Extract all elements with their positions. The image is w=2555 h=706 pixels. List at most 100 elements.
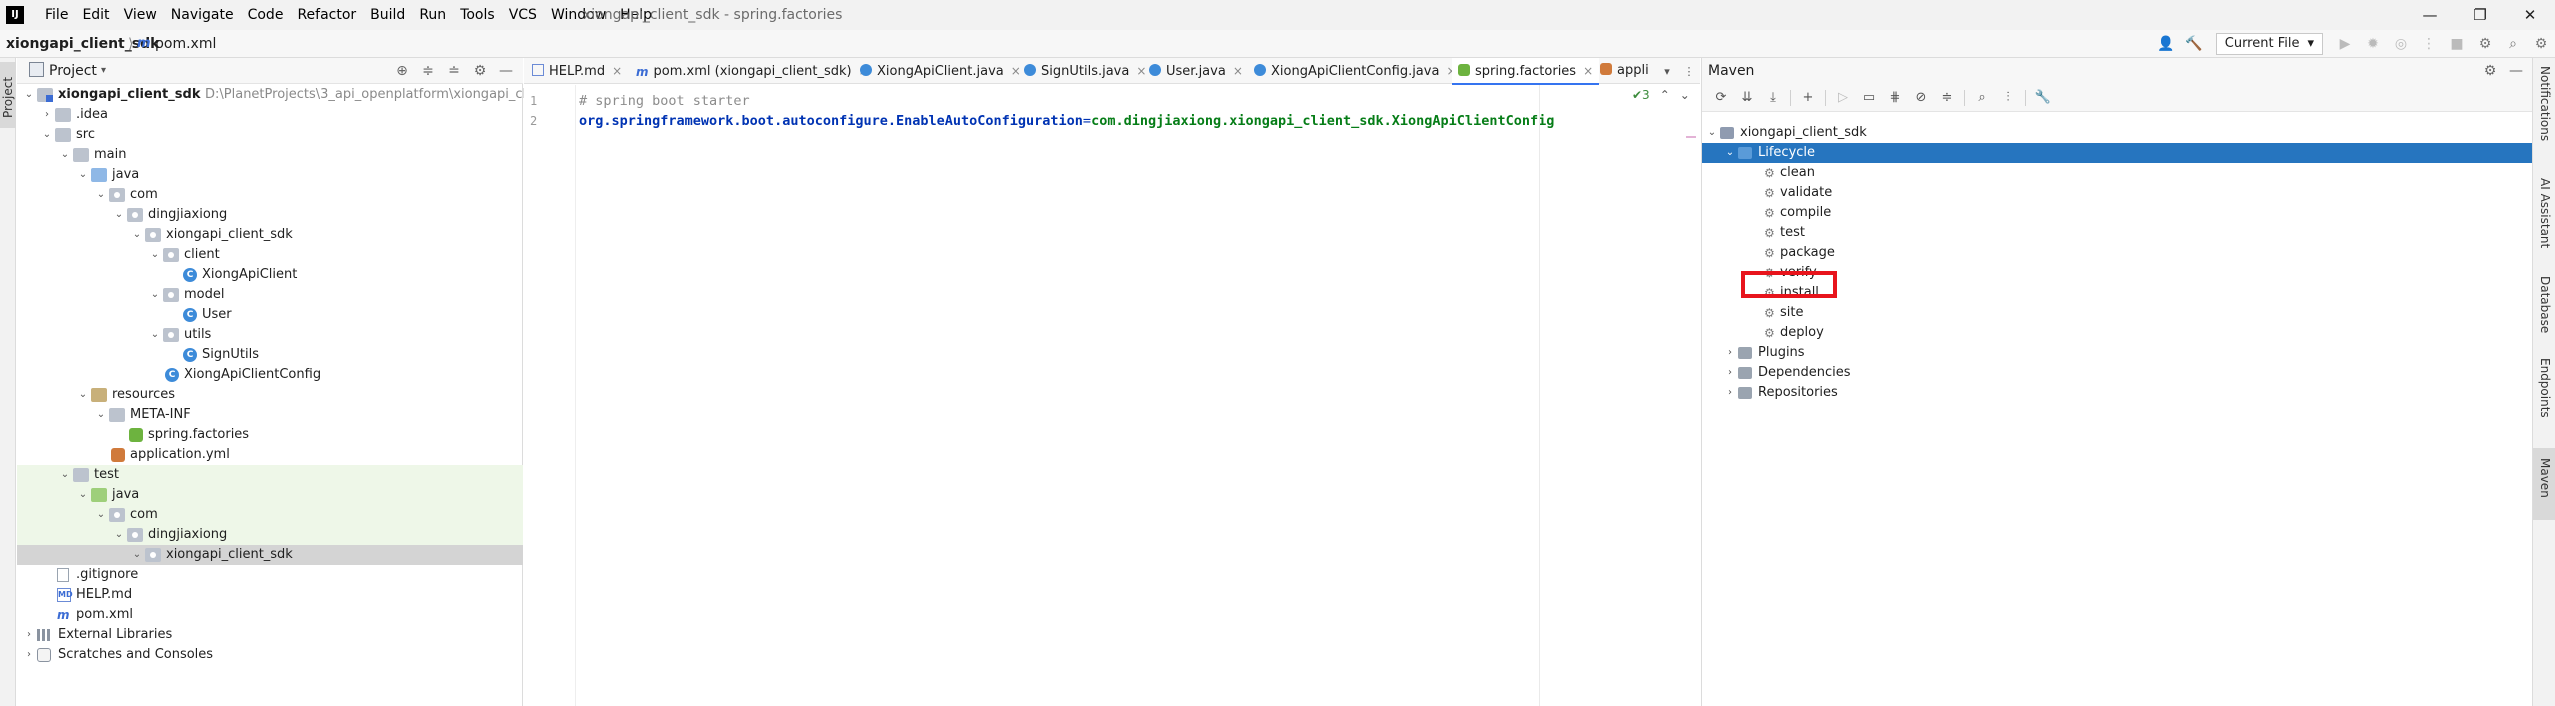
run-configuration-select[interactable]: Current File ▾	[2215, 33, 2323, 55]
tab-spring-factories[interactable]: spring.factories ×	[1452, 58, 1600, 85]
stop-icon[interactable]: ■	[2446, 36, 2468, 52]
chevron-down-icon[interactable]: ⌄	[1724, 143, 1736, 163]
chevron-down-icon[interactable]: ⌄	[149, 245, 161, 265]
tree-item-pom-xml[interactable]: m pom.xml	[17, 605, 523, 625]
breadcrumb-file[interactable]: pom.xml	[155, 30, 216, 58]
tab-help-md[interactable]: HELP.md ×	[532, 58, 622, 84]
toggle-offline-icon[interactable]: ⋕	[1882, 90, 1908, 105]
tab-user[interactable]: User.java ×	[1149, 58, 1243, 84]
tree-item-client[interactable]: ⌄ client	[17, 245, 523, 265]
previous-highlight-icon[interactable]: ⌃	[1660, 88, 1670, 102]
coverage-icon[interactable]: ◎	[2390, 36, 2412, 52]
close-icon[interactable]: ×	[612, 64, 622, 78]
maven-goal-validate[interactable]: ⚙ validate	[1702, 183, 2533, 203]
ide-settings-icon[interactable]: ⚙	[2530, 36, 2552, 52]
tree-item-utils[interactable]: ⌄ utils	[17, 325, 523, 345]
chevron-down-icon[interactable]: ⌄	[149, 285, 161, 305]
chevron-down-icon[interactable]: ▾	[101, 58, 106, 84]
collapse-all-icon[interactable]: ≑	[1934, 90, 1960, 105]
chevron-right-icon[interactable]: ›	[1724, 343, 1736, 363]
chevron-down-icon[interactable]: ⌄	[59, 465, 71, 485]
tree-item-help-md[interactable]: MD HELP.md	[17, 585, 523, 605]
maven-goal-package[interactable]: ⚙ package	[1702, 243, 2533, 263]
chevron-down-icon[interactable]: ⌄	[149, 325, 161, 345]
locate-file-icon[interactable]: ⊕	[389, 63, 415, 79]
menu-refactor[interactable]: Refactor	[290, 0, 363, 30]
settings-gear-icon[interactable]: ⚙	[2477, 63, 2503, 79]
chevron-down-icon[interactable]: ⌄	[95, 185, 107, 205]
chevron-down-icon[interactable]: ⌄	[77, 165, 89, 185]
menu-run[interactable]: Run	[412, 0, 453, 30]
restore-button[interactable]: ❐	[2455, 0, 2505, 30]
chevron-down-icon[interactable]: ⌄	[113, 525, 125, 545]
tree-item-meta-inf[interactable]: ⌄ META-INF	[17, 405, 523, 425]
chevron-right-icon[interactable]: ›	[41, 105, 53, 125]
menu-file[interactable]: File	[38, 0, 75, 30]
project-tool-button[interactable]: Project	[0, 62, 16, 128]
maven-repositories-node[interactable]: › Repositories	[1702, 383, 2533, 403]
tree-item-test-dingjiaxiong[interactable]: ⌄ dingjiaxiong	[17, 525, 523, 545]
menu-tools[interactable]: Tools	[453, 0, 502, 30]
tree-item-idea[interactable]: › .idea	[17, 105, 523, 125]
maven-goal-test[interactable]: ⚙ test	[1702, 223, 2533, 243]
chevron-down-icon[interactable]: ⌄	[95, 505, 107, 525]
tree-item-main-java[interactable]: ⌄ java	[17, 165, 523, 185]
chevron-down-icon[interactable]: ⌄	[59, 145, 71, 165]
project-panel-title[interactable]: Project	[49, 58, 97, 84]
hide-panel-icon[interactable]: —	[493, 63, 519, 79]
chevron-down-icon[interactable]: ⌄	[113, 205, 125, 225]
close-window-button[interactable]: ✕	[2505, 0, 2555, 30]
maven-goal-compile[interactable]: ⚙ compile	[1702, 203, 2533, 223]
tree-item-model[interactable]: ⌄ model	[17, 285, 523, 305]
debug-icon[interactable]: ✹	[2362, 36, 2384, 52]
analyze-dependencies-icon[interactable]: ⌕	[1969, 90, 1995, 105]
tree-item-external-libraries[interactable]: › External Libraries	[17, 625, 523, 645]
maven-tool-button[interactable]: Maven	[2533, 448, 2555, 520]
minimize-button[interactable]: —	[2405, 0, 2455, 30]
chevron-right-icon[interactable]: ›	[23, 625, 35, 645]
chevron-down-icon[interactable]: ⌄	[77, 385, 89, 405]
chevron-down-icon[interactable]: ⌄	[131, 545, 143, 565]
tree-item-scratches[interactable]: › Scratches and Consoles	[17, 645, 523, 665]
add-icon[interactable]: +	[1795, 90, 1821, 105]
build-hammer-icon[interactable]: 🔨	[2183, 36, 2205, 52]
download-icon[interactable]: ⤓	[1760, 90, 1786, 105]
close-icon[interactable]: ×	[1583, 64, 1593, 78]
close-icon[interactable]: ×	[1136, 64, 1146, 78]
chevron-right-icon[interactable]: ›	[23, 645, 35, 665]
tree-item-resources[interactable]: ⌄ resources	[17, 385, 523, 405]
collapse-all-icon[interactable]: ≐	[441, 63, 467, 79]
next-highlight-icon[interactable]: ⌄	[1680, 88, 1690, 102]
options-gear-icon[interactable]: ⚙	[467, 63, 493, 79]
user-icon[interactable]: 👤	[2155, 36, 2177, 52]
chevron-right-icon[interactable]: ›	[1724, 363, 1736, 383]
tree-item-main[interactable]: ⌄ main	[17, 145, 523, 165]
tree-item-signutils[interactable]: C SignUtils	[17, 345, 523, 365]
run-goal-icon[interactable]: ▷	[1830, 90, 1856, 105]
tree-item-project-root[interactable]: ⌄ xiongapi_client_sdk D:\PlanetProjects\…	[17, 85, 580, 105]
tree-item-main-com[interactable]: ⌄ com	[17, 185, 523, 205]
chevron-down-icon[interactable]: ⌄	[1706, 123, 1718, 143]
generate-sources-icon[interactable]: ⇊	[1734, 90, 1760, 105]
tree-item-xiongapiclientconfig[interactable]: C XiongApiClientConfig	[17, 365, 523, 385]
tab-xiongapiclientconfig[interactable]: XiongApiClientConfig.java×	[1254, 58, 1457, 84]
chevron-right-icon[interactable]: ›	[1724, 383, 1736, 403]
build-tool-settings-icon[interactable]: 🔧	[2030, 90, 2056, 105]
maven-goal-site[interactable]: ⚙ site	[1702, 303, 2533, 323]
chevron-down-icon[interactable]: ⌄	[95, 405, 107, 425]
expand-all-icon[interactable]: ≑	[415, 63, 441, 79]
tree-item-test[interactable]: ⌄ test	[17, 465, 523, 485]
tree-item-user[interactable]: C User	[17, 305, 523, 325]
reload-icon[interactable]: ⟳	[1708, 90, 1734, 105]
tree-item-spring-factories[interactable]: spring.factories	[17, 425, 523, 445]
hide-panel-icon[interactable]: —	[2503, 63, 2529, 79]
run-icon[interactable]: ▶	[2334, 36, 2356, 52]
chevron-down-icon[interactable]: ⌄	[41, 125, 53, 145]
tree-item-src[interactable]: ⌄ src	[17, 125, 523, 145]
code-line-property[interactable]: org.springframework.boot.autoconfigure.E…	[579, 113, 1554, 129]
chevron-down-icon[interactable]: ⌄	[77, 485, 89, 505]
skip-tests-icon[interactable]: ⊘	[1908, 90, 1934, 105]
tab-xiongapiclient[interactable]: XiongApiClient.java ×	[860, 58, 1021, 84]
tree-item-main-sdk-package[interactable]: ⌄ xiongapi_client_sdk	[17, 225, 523, 245]
tree-item-application-yml[interactable]: application.yml	[17, 445, 523, 465]
